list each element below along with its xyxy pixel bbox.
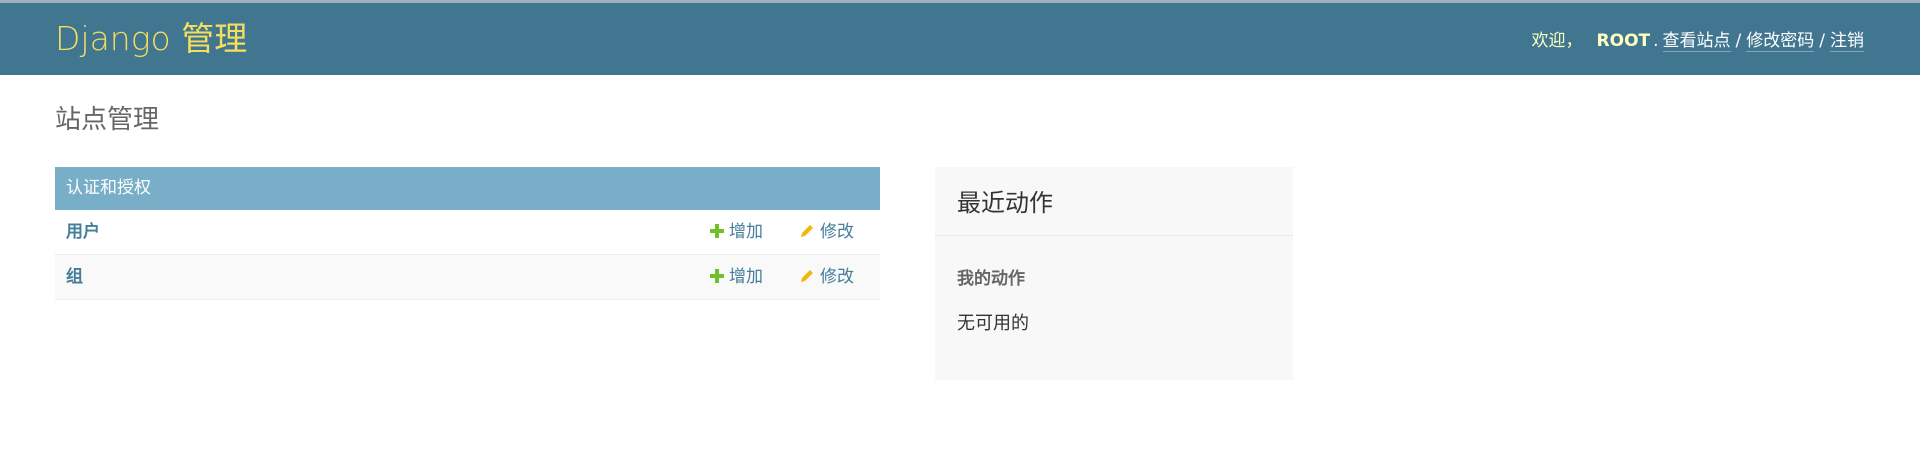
separator: /	[1819, 31, 1825, 51]
site-branding-link[interactable]: Django 管理	[55, 19, 247, 59]
users-change-link[interactable]: 修改	[800, 220, 854, 244]
add-label: 增加	[729, 222, 763, 242]
user-tools: 欢迎， ROOT. 查看站点 / 修改密码 / 注销	[1532, 29, 1864, 53]
users-add-link[interactable]: 增加	[710, 220, 763, 244]
model-row-groups: 组 增加 修改	[55, 255, 880, 300]
model-link-groups[interactable]: 组	[66, 265, 83, 289]
plus-icon	[710, 269, 724, 283]
separator: /	[1735, 31, 1742, 51]
change-label: 修改	[820, 267, 854, 287]
change-password-link[interactable]: 修改密码	[1746, 31, 1815, 52]
empty-actions-message: 无可用的	[957, 313, 1029, 334]
model-row-users: 用户 增加 修改	[55, 210, 880, 255]
welcome-text: 欢迎，	[1531, 31, 1583, 51]
logout-link[interactable]: 注销	[1830, 31, 1864, 52]
change-label: 修改	[820, 222, 854, 242]
module-caption-link[interactable]: 认证和授权	[55, 167, 880, 210]
groups-change-link[interactable]: 修改	[800, 265, 854, 289]
my-actions-title: 我的动作	[957, 269, 1025, 289]
page-title: 站点管理	[55, 105, 160, 135]
model-link-users[interactable]: 用户	[66, 220, 100, 244]
punctuation-dot: .	[1653, 31, 1659, 51]
pencil-icon	[801, 225, 813, 237]
plus-icon	[710, 224, 724, 238]
header-bar: Django 管理 欢迎， ROOT. 查看站点 / 修改密码 / 注销	[0, 0, 1920, 75]
add-label: 增加	[729, 267, 763, 287]
app-module-auth: 认证和授权 用户 增加 修改 组 增加 修改	[55, 167, 880, 300]
username: ROOT	[1596, 31, 1651, 51]
pencil-icon	[801, 270, 813, 282]
view-site-link[interactable]: 查看站点	[1662, 31, 1731, 52]
recent-actions-title: 最近动作	[935, 167, 1293, 236]
groups-add-link[interactable]: 增加	[710, 265, 763, 289]
recent-actions-panel: 最近动作 我的动作 无可用的	[935, 167, 1293, 380]
